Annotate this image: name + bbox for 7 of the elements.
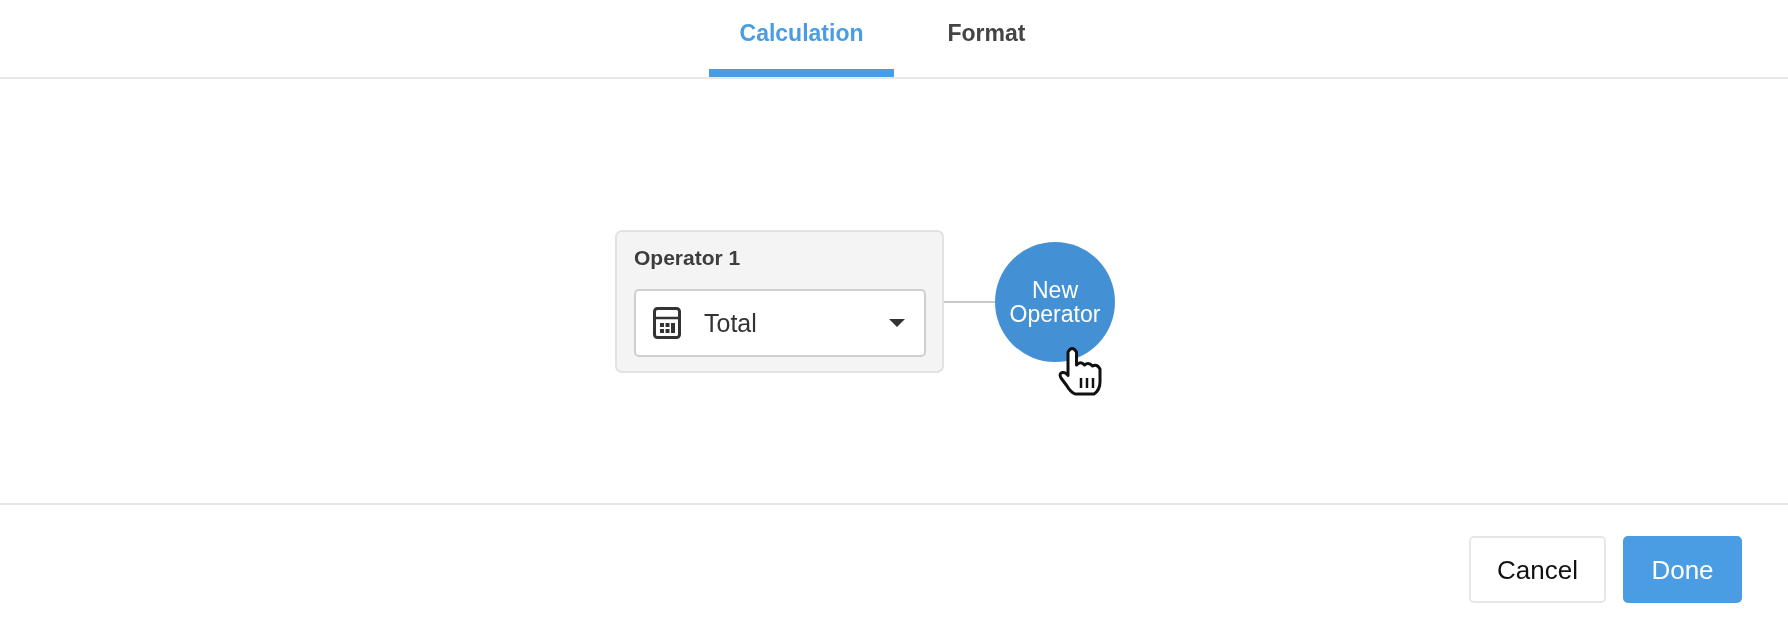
secondary-button[interactable]: Cancel [1469,536,1606,603]
card-title: Operator 1 [634,245,741,271]
calculator-icon [653,307,681,339]
connector-line [944,300,995,303]
tab[interactable]: Format [894,0,1079,77]
operator-dropdown[interactable]: Total [634,289,926,357]
caret-icon [889,319,905,327]
